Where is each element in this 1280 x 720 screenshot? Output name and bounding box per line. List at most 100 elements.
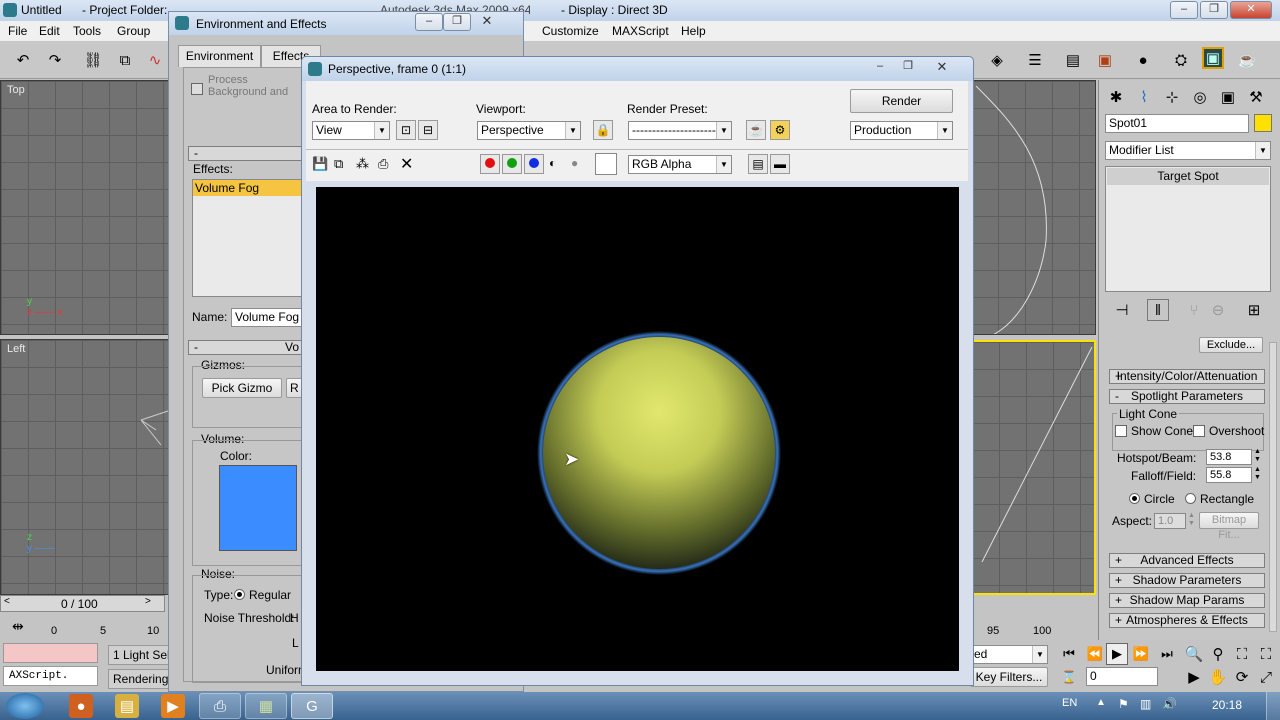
bitmap-fit-button[interactable]: Bitmap Fit... bbox=[1199, 512, 1259, 541]
save-image-icon[interactable]: 💾 bbox=[312, 156, 328, 172]
tray-arrow-icon[interactable]: ▲ bbox=[1096, 697, 1106, 708]
area-to-render-dropdown[interactable]: View ▼ bbox=[312, 121, 390, 140]
taskbar-app-icon[interactable]: ⎙ bbox=[199, 693, 241, 719]
time-prev-arrow[interactable]: < bbox=[4, 596, 10, 607]
pick-gizmo-button[interactable]: Pick Gizmo bbox=[202, 378, 282, 398]
redo-icon[interactable]: ↷ bbox=[44, 49, 66, 71]
go-to-end-icon[interactable]: ⏭ bbox=[1156, 643, 1178, 665]
zoom-all-icon[interactable]: ⚲ bbox=[1207, 643, 1229, 665]
aspect-spinner[interactable]: 1.0 bbox=[1154, 513, 1186, 529]
red-channel-toggle[interactable] bbox=[480, 154, 500, 174]
pan-icon[interactable]: ✋ bbox=[1207, 666, 1229, 688]
modify-tab-icon[interactable]: ⌇ bbox=[1133, 86, 1155, 108]
time-next-arrow[interactable]: > bbox=[145, 596, 151, 607]
rectangle-radio[interactable]: Rectangle bbox=[1185, 492, 1254, 506]
prev-frame-icon[interactable]: ⏪ bbox=[1084, 643, 1106, 665]
modifier-stack-item[interactable]: Target Spot bbox=[1107, 168, 1269, 185]
alpha-channel-icon[interactable]: ◐ bbox=[549, 156, 556, 170]
env-close-button[interactable]: ✕ bbox=[473, 13, 501, 31]
env-minimize-button[interactable]: ‒ bbox=[415, 13, 443, 31]
time-slider[interactable]: < 0 / 100 > bbox=[0, 595, 165, 612]
render-preset-dropdown[interactable]: ----------------------- ▼ bbox=[628, 121, 732, 140]
env-restore-button[interactable]: ❐ bbox=[443, 13, 471, 31]
menu-tools[interactable]: Tools bbox=[73, 24, 101, 38]
rollout-effects-header[interactable]: - bbox=[188, 146, 312, 161]
exclude-button[interactable]: Exclude... bbox=[1199, 337, 1263, 353]
render-setup-icon[interactable]: ⛭ bbox=[1170, 49, 1192, 71]
rendered-frame-window-icon[interactable]: ▣ bbox=[1202, 47, 1224, 69]
spinner-arrows-icon[interactable]: ▲ ▼ bbox=[1188, 512, 1195, 528]
rollout-shadow-parameters[interactable]: + Shadow Parameters bbox=[1109, 573, 1265, 588]
main-minimize-button[interactable]: ‒ bbox=[1170, 1, 1198, 19]
menu-maxscript[interactable]: MAXScript bbox=[612, 24, 669, 38]
maxscript-mini-listener-pink[interactable] bbox=[3, 643, 98, 663]
menu-customize[interactable]: Customize bbox=[542, 24, 599, 38]
field-of-view-icon[interactable]: ▶ bbox=[1183, 666, 1205, 688]
effect-name-field[interactable]: Volume Fog bbox=[231, 308, 311, 327]
utilities-tab-icon[interactable]: ⚒ bbox=[1245, 86, 1267, 108]
viewport-top[interactable]: Top yz —— x bbox=[0, 80, 170, 335]
maxscript-mini-listener[interactable]: AXScript. bbox=[3, 666, 98, 686]
current-frame-field[interactable]: 0 bbox=[1086, 667, 1158, 686]
toggle-ui-overlay-icon[interactable]: ▤ bbox=[748, 154, 768, 174]
menu-file[interactable]: File bbox=[8, 24, 27, 38]
schematic-view-icon[interactable]: ▣ bbox=[1094, 49, 1116, 71]
render-canvas[interactable]: ➤ bbox=[316, 187, 959, 671]
taskbar-3dsmax-icon[interactable]: G bbox=[291, 693, 333, 719]
rollout-shadow-map[interactable]: + Shadow Map Params bbox=[1109, 593, 1265, 608]
maximize-viewport-icon[interactable]: ⤢ bbox=[1255, 666, 1277, 688]
viewport-front[interactable] bbox=[970, 80, 1096, 335]
remove-modifier-icon[interactable]: ⊖ bbox=[1207, 299, 1229, 321]
start-button[interactable] bbox=[6, 693, 44, 719]
time-config-icon[interactable]: ⌛ bbox=[1058, 666, 1080, 688]
clone-window-icon[interactable]: ⁂ bbox=[356, 156, 369, 172]
key-filters-button[interactable]: Key Filters... bbox=[970, 667, 1048, 687]
effects-list-item[interactable]: Volume Fog bbox=[193, 180, 311, 196]
rollout-volume-fog-header[interactable]: - Vo bbox=[188, 340, 312, 355]
viewport-dropdown[interactable]: Perspective ▼ bbox=[477, 121, 581, 140]
auto-region-icon[interactable]: ⊟ bbox=[418, 120, 438, 140]
tab-environment[interactable]: Environment bbox=[178, 45, 261, 67]
curve-editor-icon[interactable]: ▤ bbox=[1062, 49, 1084, 71]
layers-icon[interactable]: ☰ bbox=[1024, 49, 1046, 71]
render-close-button[interactable]: ✕ bbox=[928, 59, 956, 77]
pin-stack-icon[interactable]: ⊣ bbox=[1111, 299, 1133, 321]
edit-named-sets-icon[interactable]: ◈ bbox=[986, 49, 1008, 71]
select-link-icon[interactable]: ⛓ bbox=[82, 49, 104, 71]
toggle-ui-icon[interactable]: ▬ bbox=[770, 154, 790, 174]
print-image-icon[interactable]: ⎙ bbox=[378, 156, 388, 172]
show-cone-checkbox[interactable]: Show Cone bbox=[1115, 424, 1193, 438]
spinner-arrows-icon[interactable]: ▲ ▼ bbox=[1254, 448, 1261, 464]
process-bg-checkbox[interactable] bbox=[191, 82, 207, 96]
falloff-spinner[interactable]: 55.8 bbox=[1206, 467, 1252, 483]
render-button[interactable]: Render bbox=[850, 89, 953, 113]
display-tab-icon[interactable]: ▣ bbox=[1217, 86, 1239, 108]
render-setup-icon[interactable]: ☕ bbox=[746, 120, 766, 140]
volume-icon[interactable]: 🔊 bbox=[1162, 697, 1177, 711]
production-dropdown[interactable]: Production ▼ bbox=[850, 121, 953, 140]
zoom-icon[interactable]: 🔍 bbox=[1183, 643, 1205, 665]
render-restore-button[interactable]: ❐ bbox=[894, 59, 922, 77]
configure-modifier-sets-icon[interactable]: ⊞ bbox=[1243, 299, 1265, 321]
orbit-icon[interactable]: ⟳ bbox=[1231, 666, 1253, 688]
undo-icon[interactable]: ↶ bbox=[12, 49, 34, 71]
lock-viewport-icon[interactable]: 🔒 bbox=[593, 120, 613, 140]
bind-spacewarp-icon[interactable]: ∿ bbox=[144, 49, 166, 71]
render-minimize-button[interactable]: ‒ bbox=[866, 59, 894, 77]
object-name-field[interactable]: Spot01 bbox=[1105, 114, 1249, 133]
clear-image-icon[interactable]: ✕ bbox=[400, 154, 413, 174]
background-color-swatch[interactable] bbox=[595, 153, 617, 175]
object-color-swatch[interactable] bbox=[1254, 114, 1272, 132]
command-panel-scrollbar[interactable] bbox=[1269, 342, 1277, 632]
firefox-icon[interactable]: ● bbox=[69, 694, 93, 718]
show-end-result-icon[interactable]: ‖ bbox=[1147, 299, 1169, 321]
viewport-left-label[interactable]: Left bbox=[7, 343, 25, 355]
effects-list[interactable]: Volume Fog bbox=[192, 179, 312, 297]
green-channel-toggle[interactable] bbox=[502, 154, 522, 174]
edit-region-icon[interactable]: ⊡ bbox=[396, 120, 416, 140]
motion-tab-icon[interactable]: ◎ bbox=[1189, 86, 1211, 108]
monochrome-icon[interactable]: ● bbox=[571, 156, 578, 170]
spinner-arrows-icon[interactable]: ▲ ▼ bbox=[1254, 466, 1261, 482]
hotspot-spinner[interactable]: 53.8 bbox=[1206, 449, 1252, 465]
viewport-perspective[interactable] bbox=[970, 340, 1096, 595]
